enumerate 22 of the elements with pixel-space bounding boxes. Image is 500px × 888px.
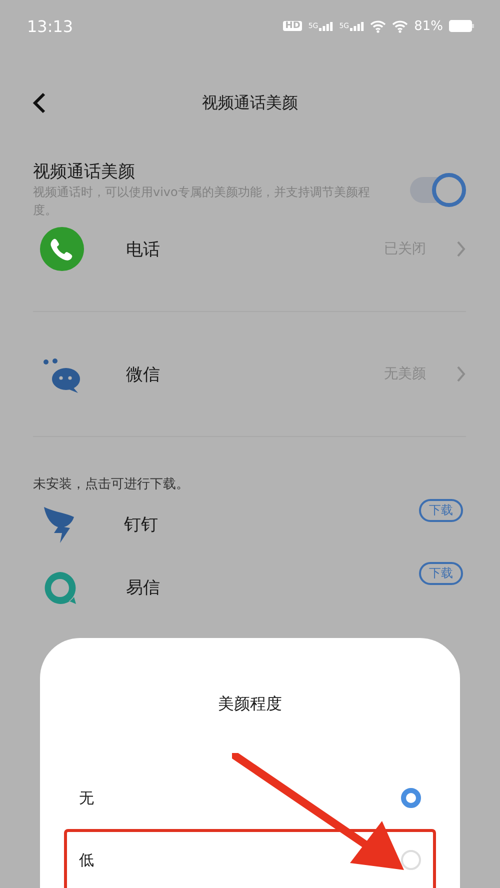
wifi-icon — [370, 20, 386, 32]
section-note: 未安装，点击可进行下载。 — [32, 476, 190, 493]
dialog-title: 美颜程度 — [218, 694, 282, 715]
setting-title: 视频通话美颜 — [33, 161, 136, 183]
radio-button[interactable] — [401, 788, 421, 808]
phone-icon — [40, 227, 84, 271]
option-row[interactable]: 无 — [64, 767, 436, 829]
chevron-icon[interactable] — [456, 366, 466, 382]
app-name: 微信 — [126, 364, 161, 386]
chevron-icon[interactable] — [456, 241, 466, 257]
battery-percent: 81% — [414, 18, 443, 34]
page-title: 视频通话美颜 — [202, 92, 298, 114]
app-name: 易信 — [126, 577, 161, 599]
wifi-icon — [392, 20, 408, 32]
wing-icon — [42, 504, 76, 544]
app-name: 电话 — [126, 238, 161, 260]
back-icon[interactable] — [32, 92, 46, 114]
status-time: 13:13 — [27, 16, 74, 36]
battery-icon — [449, 20, 474, 32]
app-name: 钉钉 — [124, 514, 159, 536]
hd-voice-icon: HD — [283, 21, 302, 31]
ring-icon — [42, 570, 78, 606]
